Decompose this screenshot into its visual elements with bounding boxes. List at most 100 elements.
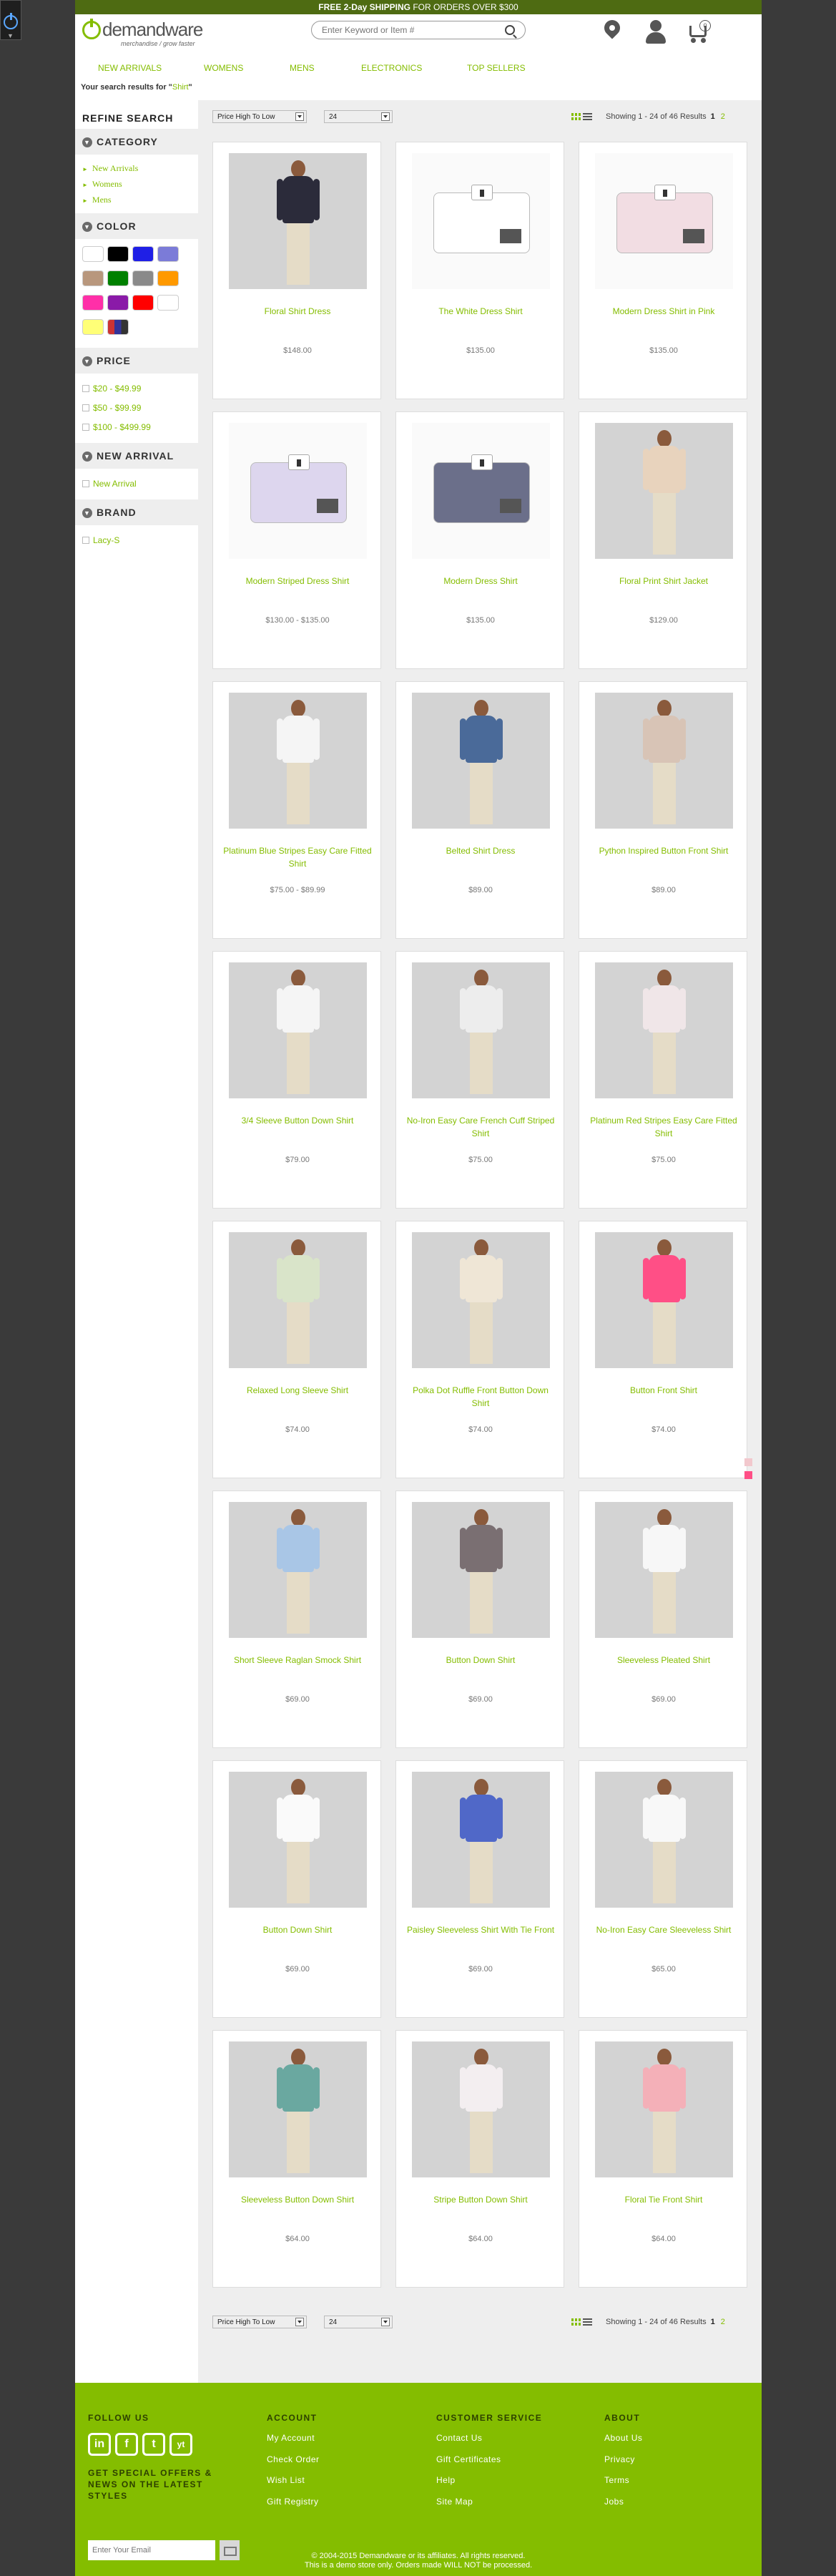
product-tile[interactable]: Floral Print Shirt Jacket $129.00 xyxy=(579,411,747,669)
sort-select[interactable]: Price High To Low xyxy=(212,110,307,123)
product-image[interactable] xyxy=(229,1772,367,1908)
product-tile[interactable]: The White Dress Shirt $135.00 xyxy=(395,142,564,399)
refine-color-header[interactable]: ▼ COLOR xyxy=(75,213,198,239)
price-option[interactable]: $50 - $99.99 xyxy=(82,399,198,418)
product-tile[interactable]: Modern Dress Shirt in Pink $135.00 xyxy=(579,142,747,399)
color-swatch[interactable] xyxy=(82,270,104,286)
cart-icon[interactable]: 0 xyxy=(687,20,711,49)
product-name[interactable]: No-Iron Easy Care Sleeveless Shirt xyxy=(589,1923,738,1936)
product-tile[interactable]: Button Down Shirt $69.00 xyxy=(395,1491,564,1748)
nav-new-arrivals[interactable]: NEW ARRIVALS xyxy=(98,63,162,73)
footer-link[interactable]: Help xyxy=(436,2475,542,2497)
category-new-arrivals[interactable]: ► New Arrivals xyxy=(82,160,198,176)
nav-electronics[interactable]: ELECTRONICS xyxy=(361,63,422,73)
product-image[interactable] xyxy=(412,153,550,289)
product-tile[interactable]: Relaxed Long Sleeve Shirt $74.00 xyxy=(212,1221,381,1478)
refine-brand-header[interactable]: ▼ BRAND xyxy=(75,499,198,525)
power-widget[interactable]: ▼ xyxy=(0,0,21,40)
product-tile[interactable]: No-Iron Easy Care French Cuff Striped Sh… xyxy=(395,951,564,1209)
brand-option[interactable]: Lacy-S xyxy=(82,531,198,550)
product-tile[interactable]: Sleeveless Button Down Shirt $64.00 xyxy=(212,2030,381,2288)
product-image[interactable] xyxy=(595,693,733,829)
color-swatch[interactable] xyxy=(132,246,154,262)
product-image[interactable] xyxy=(412,962,550,1098)
product-tile[interactable]: 3/4 Sleeve Button Down Shirt $79.00 xyxy=(212,951,381,1209)
product-name[interactable]: Button Front Shirt xyxy=(589,1384,738,1397)
footer-link[interactable]: My Account xyxy=(267,2433,320,2454)
list-view-icon[interactable] xyxy=(583,113,592,120)
product-tile[interactable]: Stripe Button Down Shirt $64.00 xyxy=(395,2030,564,2288)
refine-price-header[interactable]: ▼ PRICE xyxy=(75,348,198,374)
footer-link[interactable]: Wish List xyxy=(267,2475,320,2497)
color-swatch[interactable] xyxy=(157,270,179,286)
product-image[interactable] xyxy=(412,423,550,559)
product-tile[interactable]: Button Down Shirt $69.00 xyxy=(212,1760,381,2018)
product-image[interactable] xyxy=(595,423,733,559)
product-name[interactable]: Short Sleeve Raglan Smock Shirt xyxy=(223,1654,372,1667)
store-locator-icon[interactable] xyxy=(599,16,624,49)
footer-link[interactable]: Privacy xyxy=(604,2454,642,2476)
product-tile[interactable]: Floral Tie Front Shirt $64.00 xyxy=(579,2030,747,2288)
product-tile[interactable]: Modern Striped Dress Shirt $130.00 - $13… xyxy=(212,411,381,669)
facebook-icon[interactable]: f xyxy=(115,2433,138,2456)
product-image[interactable] xyxy=(595,1772,733,1908)
per-page-select[interactable]: 24 xyxy=(324,2316,393,2328)
product-name[interactable]: Modern Dress Shirt in Pink xyxy=(589,305,738,318)
product-name[interactable]: Platinum Red Stripes Easy Care Fitted Sh… xyxy=(589,1114,738,1140)
product-image[interactable] xyxy=(412,2041,550,2177)
product-image[interactable] xyxy=(412,693,550,829)
color-swatch[interactable] xyxy=(157,295,179,311)
product-tile[interactable]: No-Iron Easy Care Sleeveless Shirt $65.0… xyxy=(579,1760,747,2018)
twitter-icon[interactable]: t xyxy=(142,2433,165,2456)
color-swatch[interactable] xyxy=(107,319,129,335)
product-image[interactable] xyxy=(412,1772,550,1908)
product-image[interactable] xyxy=(595,1232,733,1368)
list-view-icon[interactable] xyxy=(583,2318,592,2326)
product-name[interactable]: Sleeveless Button Down Shirt xyxy=(223,2193,372,2206)
color-swatch[interactable] xyxy=(82,295,104,311)
nav-top-sellers[interactable]: TOP SELLERS xyxy=(467,63,526,73)
logo[interactable]: demandware merchandise / grow faster xyxy=(82,19,211,52)
product-name[interactable]: Paisley Sleeveless Shirt With Tie Front xyxy=(406,1923,555,1936)
page-2-link[interactable]: 2 xyxy=(721,2318,725,2326)
product-name[interactable]: Sleeveless Pleated Shirt xyxy=(589,1654,738,1667)
power-icon[interactable] xyxy=(4,13,18,29)
sort-select[interactable]: Price High To Low xyxy=(212,2316,307,2328)
grid-view-icon[interactable] xyxy=(571,2318,581,2326)
nav-mens[interactable]: MENS xyxy=(290,63,315,73)
product-image[interactable] xyxy=(229,153,367,289)
product-image[interactable] xyxy=(595,962,733,1098)
new-arrival-option[interactable]: New Arrival xyxy=(82,474,198,494)
product-tile[interactable]: Modern Dress Shirt $135.00 xyxy=(395,411,564,669)
product-name[interactable]: Python Inspired Button Front Shirt xyxy=(589,844,738,857)
product-name[interactable]: Belted Shirt Dress xyxy=(406,844,555,857)
page-2-link[interactable]: 2 xyxy=(721,112,725,121)
product-image[interactable] xyxy=(229,2041,367,2177)
grid-view-icon[interactable] xyxy=(571,113,581,120)
color-swatch[interactable] xyxy=(107,270,129,286)
product-image[interactable] xyxy=(412,1232,550,1368)
color-swatch[interactable] xyxy=(82,246,104,262)
footer-link[interactable]: Site Map xyxy=(436,2497,542,2518)
youtube-icon[interactable]: yt xyxy=(169,2433,192,2456)
product-name[interactable]: Floral Shirt Dress xyxy=(223,305,372,318)
product-image[interactable] xyxy=(595,153,733,289)
product-image[interactable] xyxy=(595,2041,733,2177)
search-icon[interactable] xyxy=(505,25,515,35)
footer-link[interactable]: Gift Certificates xyxy=(436,2454,542,2476)
nav-womens[interactable]: WOMENS xyxy=(204,63,243,73)
price-option[interactable]: $100 - $499.99 xyxy=(82,418,198,437)
product-name[interactable]: Button Down Shirt xyxy=(406,1654,555,1667)
product-tile[interactable]: Short Sleeve Raglan Smock Shirt $69.00 xyxy=(212,1491,381,1748)
footer-link[interactable]: About Us xyxy=(604,2433,642,2454)
product-name[interactable]: Button Down Shirt xyxy=(223,1923,372,1936)
per-page-select[interactable]: 24 xyxy=(324,110,393,123)
price-option[interactable]: $20 - $49.99 xyxy=(82,379,198,399)
product-name[interactable]: The White Dress Shirt xyxy=(406,305,555,318)
refine-category-header[interactable]: ▼ CATEGORY xyxy=(75,129,198,155)
account-icon[interactable] xyxy=(644,20,668,49)
product-name[interactable]: Floral Print Shirt Jacket xyxy=(589,575,738,587)
product-tile[interactable]: Sleeveless Pleated Shirt $69.00 xyxy=(579,1491,747,1748)
product-name[interactable]: Stripe Button Down Shirt xyxy=(406,2193,555,2206)
product-image[interactable] xyxy=(229,1232,367,1368)
